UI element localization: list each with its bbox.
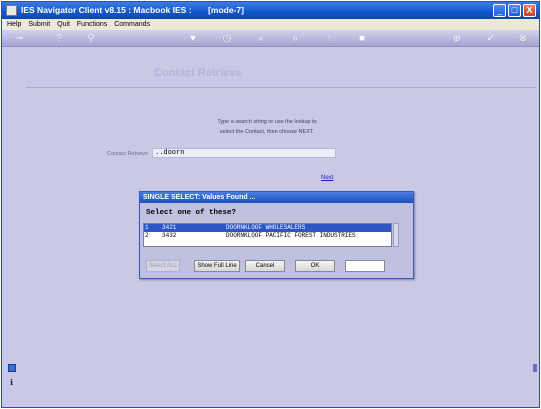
list-scrollbar[interactable]	[393, 223, 399, 247]
instruction-line-2: select the Contact, then choose NEXT.	[219, 129, 315, 135]
help-icon[interactable]: ?	[52, 32, 66, 45]
title-divider	[26, 87, 536, 88]
back-icon[interactable]: «	[254, 32, 268, 45]
right-edge-handle[interactable]	[533, 364, 537, 372]
ok-button[interactable]: OK	[295, 260, 335, 272]
title-bar[interactable]: IES Navigator Client v8.15 : Macbook IES…	[2, 2, 539, 19]
menu-commands[interactable]: Commands	[114, 19, 150, 30]
toolbar: ⊸ ? ⚲ ♥ ◷ « » ↑ ■ ⊕ ✓ ⊗	[2, 30, 539, 47]
single-select-dialog: SINGLE SELECT: Values Found ... Select o…	[139, 191, 414, 279]
app-icon	[6, 5, 17, 16]
filter-input[interactable]	[345, 260, 385, 272]
page-title: Contact Retrieve	[154, 67, 242, 79]
select-all-button[interactable]: Select ALL	[146, 260, 180, 272]
dialog-title[interactable]: SINGLE SELECT: Values Found ...	[140, 192, 413, 203]
close-button[interactable]: X	[523, 4, 536, 17]
check-icon[interactable]: ✓	[484, 32, 498, 45]
list-item-name: DOORNKLOOF PACIFIC FOREST INDUSTRIES	[226, 232, 356, 239]
contact-search-input[interactable]: ..doorn	[152, 148, 336, 158]
menu-bar: Help Submit Quit Functions Commands	[2, 19, 539, 30]
list-item-code: 3432	[162, 232, 177, 239]
cancel-icon[interactable]: ⊗	[516, 32, 530, 45]
list-item-index: 1	[145, 224, 149, 231]
key-icon[interactable]: ⊸	[12, 32, 26, 45]
next-link[interactable]: Next	[321, 175, 333, 181]
list-item-index: 2	[145, 232, 149, 239]
menu-submit[interactable]: Submit	[28, 19, 50, 30]
list-item[interactable]: 1 3421 DOORNKLOOF WHOLESALERS	[144, 224, 391, 232]
instruction-line-1: Type a search string or use the lookup t…	[217, 119, 317, 125]
window-title: IES Navigator Client v8.15 : Macbook IES…	[21, 5, 244, 15]
stop-icon[interactable]: ■	[355, 32, 369, 45]
forward-icon[interactable]: »	[288, 32, 302, 45]
list-item-name: DOORNKLOOF WHOLESALERS	[226, 224, 306, 231]
list-item[interactable]: 2 3432 DOORNKLOOF PACIFIC FOREST INDUSTR…	[144, 232, 391, 240]
cancel-button[interactable]: Cancel	[245, 260, 285, 272]
values-list[interactable]: 1 3421 DOORNKLOOF WHOLESALERS 2 3432 DOO…	[143, 223, 392, 247]
sidebar-info-icon[interactable]: ℹ	[10, 378, 13, 387]
heart-icon[interactable]: ♥	[186, 32, 200, 45]
menu-quit[interactable]: Quit	[57, 19, 70, 30]
app-window: IES Navigator Client v8.15 : Macbook IES…	[1, 1, 540, 408]
clock-icon[interactable]: ◷	[220, 32, 234, 45]
maximize-button[interactable]: □	[508, 4, 521, 17]
sidebar-pin-icon[interactable]	[8, 364, 16, 372]
up-icon[interactable]: ↑	[322, 32, 336, 45]
menu-help[interactable]: Help	[7, 19, 21, 30]
search-icon[interactable]: ⚲	[84, 32, 98, 45]
list-item-code: 3421	[162, 224, 177, 231]
minimize-button[interactable]: _	[493, 4, 506, 17]
contact-field-label: Contact Retrieve	[107, 151, 148, 157]
show-full-line-button[interactable]: Show Full Line	[194, 260, 240, 272]
dialog-prompt: Select one of these?	[146, 209, 237, 217]
menu-functions[interactable]: Functions	[77, 19, 107, 30]
globe-icon[interactable]: ⊕	[450, 32, 464, 45]
